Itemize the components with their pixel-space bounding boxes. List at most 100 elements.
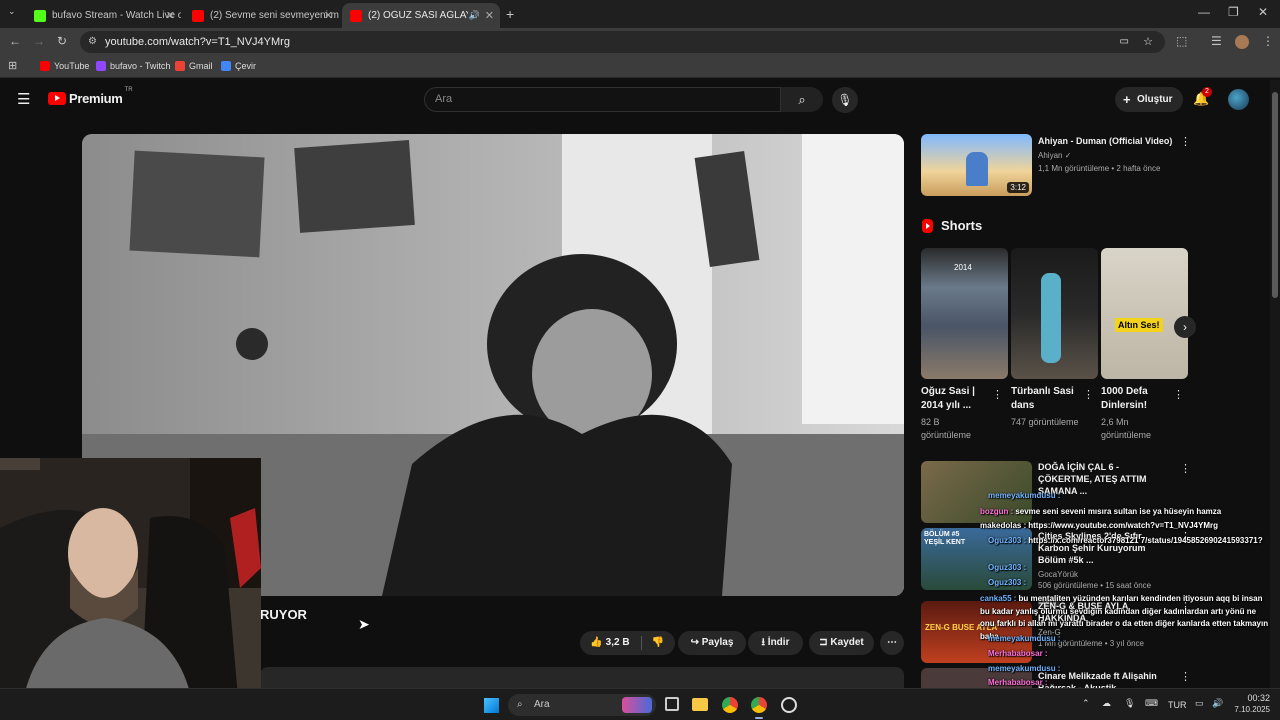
notifications-button[interactable]: 🔔 2 <box>1193 87 1212 108</box>
onedrive-icon[interactable]: ☁ <box>1102 698 1111 709</box>
clock[interactable]: 00:32 7.10.2025 <box>1230 693 1270 715</box>
premium-label: Premium <box>69 91 123 106</box>
search-button[interactable]: ⌕ <box>781 87 823 112</box>
close-window-icon[interactable]: ✕ <box>1258 5 1268 19</box>
create-label: Oluştur <box>1137 94 1173 105</box>
more-options-icon[interactable]: ⋮ <box>992 388 1003 401</box>
extensions-icon[interactable]: ⬚ <box>1176 34 1187 48</box>
chat-message: memeyakumdusu : <box>988 664 1062 673</box>
reload-icon[interactable]: ↻ <box>57 34 67 48</box>
bookmark-twitch[interactable]: bufavo - Twitch <box>96 61 170 71</box>
more-options-icon[interactable]: ⋮ <box>1083 388 1094 401</box>
close-tab-icon[interactable]: ✕ <box>485 9 494 22</box>
keyboard-icon[interactable]: ⌨ <box>1145 698 1158 709</box>
short-info[interactable]: 1000 Defa Dinlersin! 2,6 Mn görüntüleme <box>1101 385 1171 442</box>
search-highlight-icon <box>622 697 652 713</box>
notification-badge: 2 <box>1202 87 1212 97</box>
close-tab-icon[interactable]: ✕ <box>166 9 175 22</box>
youtube-logo[interactable]: Premium TR <box>48 87 133 106</box>
save-button[interactable]: ⊐ Kaydet <box>809 631 874 655</box>
dislike-button[interactable]: 👎 <box>644 631 672 655</box>
youtube-favicon-icon <box>192 9 204 22</box>
share-icon: ↪ <box>690 637 699 648</box>
more-actions-button[interactable]: ⋯ <box>880 631 904 655</box>
task-view-icon[interactable] <box>665 697 679 711</box>
chat-username: bozgun : <box>980 507 1014 516</box>
back-icon[interactable]: ← <box>9 34 21 48</box>
search-icon: ⌕ <box>798 92 806 107</box>
tab-youtube-1[interactable]: (2) Sevme seni sevmeyeni mısır ✕ <box>184 3 339 28</box>
input-language[interactable]: TUR <box>1168 700 1187 710</box>
short-thumbnail[interactable]: 2014 <box>921 248 1008 379</box>
tab-youtube-active[interactable]: (2) OĞUZ SASİ AĞLAYARAK 🔊 ✕ <box>342 3 500 28</box>
audio-playing-icon[interactable]: 🔊 <box>469 10 480 21</box>
profile-avatar[interactable] <box>1235 35 1249 49</box>
webcam-overlay <box>0 458 261 720</box>
short-thumbnail[interactable]: Altın Ses! <box>1101 248 1188 379</box>
taskbar-search[interactable]: ⌕ Ara <box>508 694 656 716</box>
shorts-heading: Shorts <box>922 218 982 233</box>
forward-icon[interactable]: → <box>33 34 45 48</box>
hamburger-menu-icon[interactable]: ☰ <box>17 90 30 108</box>
chrome-icon[interactable] <box>722 697 738 713</box>
bookmark-translate[interactable]: Çevir <box>221 61 256 71</box>
chrome-active-icon[interactable] <box>751 697 767 713</box>
chat-username: Oguz303 : <box>988 563 1027 572</box>
chat-message: Oguz303 : <box>988 563 1028 572</box>
create-button[interactable]: + Oluştur <box>1115 87 1183 112</box>
download-icon: ⭳ <box>761 637 766 648</box>
more-options-icon[interactable]: ⋮ <box>1173 388 1184 401</box>
new-tab-icon[interactable]: + <box>506 6 514 22</box>
mic-tray-icon[interactable]: 🎙 <box>1124 698 1135 709</box>
chat-username: makedolas : <box>980 521 1027 530</box>
bookmark-gmail[interactable]: Gmail <box>175 61 213 71</box>
kick-favicon-icon <box>34 9 46 22</box>
voice-search-button[interactable]: 🎙 <box>832 87 858 113</box>
up-next-info[interactable]: Ahiyan - Duman (Official Video) Ahiyan ✓… <box>1038 135 1173 174</box>
volume-icon[interactable]: 🔊 <box>1212 698 1223 709</box>
bookmark-label: Çevir <box>235 61 257 71</box>
short-thumbnail[interactable] <box>1011 248 1098 379</box>
reading-list-icon[interactable]: ☰ <box>1211 34 1222 48</box>
like-button[interactable]: 👍 3,2 B <box>580 631 640 655</box>
account-avatar[interactable] <box>1228 89 1249 110</box>
more-options-icon[interactable]: ⋮ <box>1180 670 1191 683</box>
description-box[interactable] <box>260 667 904 688</box>
tab-kick[interactable]: bufavo Stream - Watch Live on ✕ <box>26 3 181 28</box>
duration-badge: 3:12 <box>1007 182 1029 193</box>
site-info-icon[interactable]: ⚙ <box>88 31 97 53</box>
like-dislike-group: 👍 3,2 B 👎 <box>580 631 675 655</box>
restore-icon[interactable]: ❐ <box>1228 5 1239 19</box>
tray-overflow-icon[interactable]: ⌃ <box>1082 698 1090 709</box>
share-button[interactable]: ↪ Paylaş <box>678 631 746 655</box>
app-icon[interactable] <box>781 697 797 713</box>
search-input[interactable]: Ara <box>424 87 781 112</box>
up-next-thumbnail[interactable]: 3:12 <box>921 134 1032 196</box>
taskbar-search-label: Ara <box>534 699 550 710</box>
minimize-icon[interactable]: — <box>1198 5 1210 19</box>
windows-start-icon[interactable] <box>484 698 499 713</box>
gmail-icon <box>175 61 185 71</box>
download-button[interactable]: ⭳ İndir <box>748 631 803 655</box>
short-info[interactable]: Oğuz Sasi | 2014 yılı ... 82 B görüntüle… <box>921 385 991 442</box>
bookmark-youtube[interactable]: YouTube <box>40 61 89 71</box>
video-card-title: Ahiyan - Duman (Official Video) <box>1038 136 1173 146</box>
clock-date: 7.10.2025 <box>1234 705 1270 714</box>
chat-message: Oguz303 : <box>988 578 1028 587</box>
tab-search-icon[interactable]: ⌄ <box>8 6 16 17</box>
menu-icon[interactable]: ⋮ <box>1262 34 1274 48</box>
cast-icon[interactable]: ▭ <box>1120 31 1129 53</box>
shorts-next-button[interactable]: › <box>1174 316 1196 338</box>
scrollbar-thumb[interactable] <box>1272 92 1278 298</box>
more-options-icon[interactable]: ⋮ <box>1180 135 1191 148</box>
file-explorer-icon[interactable] <box>692 698 708 711</box>
short-info[interactable]: Türbanlı Sasi dans 747 görüntüleme <box>1011 385 1081 429</box>
apps-icon[interactable]: ⊞ <box>8 59 17 72</box>
thumbs-up-icon: 👍 <box>590 637 603 648</box>
network-icon[interactable]: ▭ <box>1195 698 1204 709</box>
close-tab-icon[interactable]: ✕ <box>324 9 333 22</box>
page-scrollbar[interactable] <box>1270 80 1280 688</box>
more-options-icon[interactable]: ⋮ <box>1180 462 1191 475</box>
bookmark-star-icon[interactable]: ☆ <box>1143 31 1153 53</box>
address-bar[interactable]: ⚙ youtube.com/watch?v=T1_NVJ4YMrg ▭ ☆ <box>80 31 1165 53</box>
